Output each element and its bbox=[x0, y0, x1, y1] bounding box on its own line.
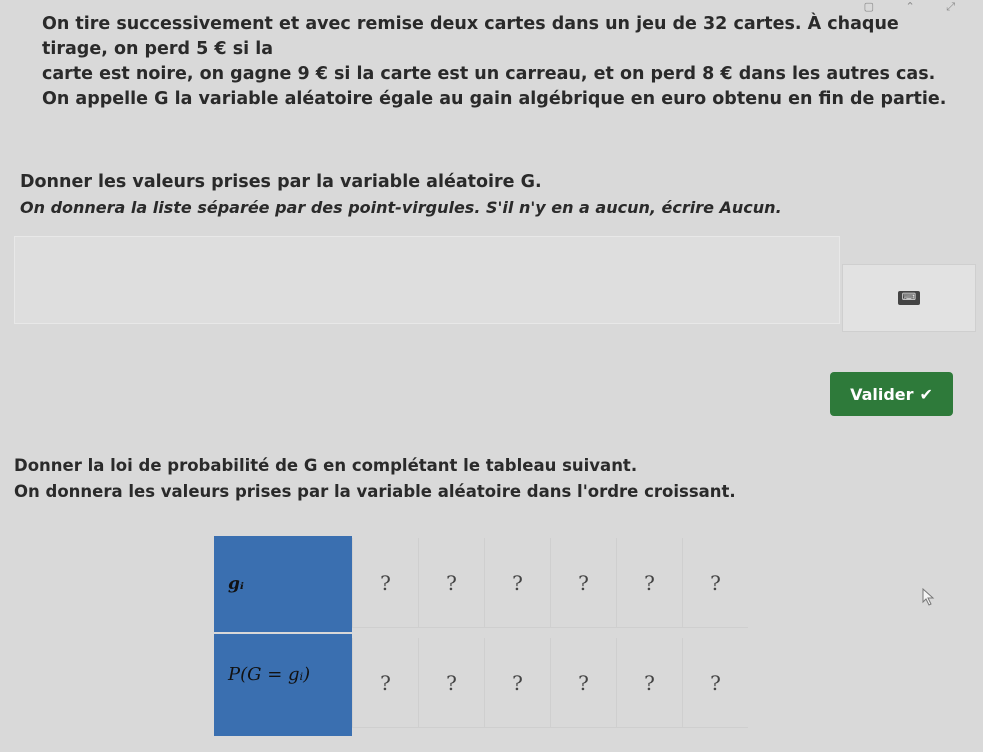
value-cell[interactable]: ? bbox=[484, 538, 550, 628]
probability-cell[interactable]: ? bbox=[484, 638, 550, 728]
question2-hint: On donnera les valeurs prises par la var… bbox=[14, 482, 736, 501]
question2-title: Donner la loi de probabilité de G en com… bbox=[14, 456, 638, 475]
virtual-keyboard-button[interactable]: ⌨ bbox=[842, 264, 976, 332]
keyboard-icon: ⌨ bbox=[898, 291, 920, 305]
check-icon: ✔ bbox=[919, 384, 933, 404]
value-cell[interactable]: ? bbox=[682, 538, 748, 628]
value-cell[interactable]: ? bbox=[616, 538, 682, 628]
probability-cell[interactable]: ? bbox=[682, 638, 748, 728]
question1-hint: On donnera la liste séparée par des poin… bbox=[20, 198, 782, 217]
value-cell[interactable]: ? bbox=[550, 538, 616, 628]
values-answer-input[interactable] bbox=[14, 236, 840, 324]
probability-cell[interactable]: ? bbox=[616, 638, 682, 728]
row-label-probabilities: P(G = gᵢ) bbox=[228, 664, 311, 685]
probability-table-header: gᵢ P(G = gᵢ) bbox=[214, 536, 352, 736]
probability-cell[interactable]: ? bbox=[418, 638, 484, 728]
value-cell[interactable]: ? bbox=[352, 538, 418, 628]
problem-line: carte est noire, on gagne 9 € si la cart… bbox=[42, 64, 936, 84]
probability-cell[interactable]: ? bbox=[550, 638, 616, 728]
question1-title: Donner les valeurs prises par la variabl… bbox=[20, 172, 542, 192]
mouse-cursor-icon bbox=[922, 588, 935, 606]
problem-line: On tire successivement et avec remise de… bbox=[42, 14, 899, 59]
probability-cell[interactable]: ? bbox=[352, 638, 418, 728]
problem-line: On appelle G la variable aléatoire égale… bbox=[42, 89, 947, 109]
validate-label: Valider bbox=[850, 384, 914, 404]
row-label-values: gᵢ bbox=[228, 574, 244, 594]
problem-statement: On tire successivement et avec remise de… bbox=[42, 12, 967, 112]
value-cell[interactable]: ? bbox=[418, 538, 484, 628]
validate-button[interactable]: Valider ✔ bbox=[830, 372, 953, 416]
header-divider bbox=[214, 632, 352, 634]
